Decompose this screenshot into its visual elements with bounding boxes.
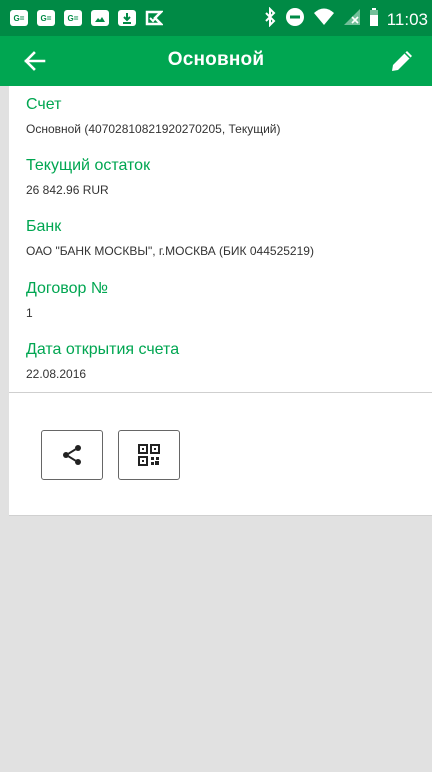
field-label: Банк	[26, 218, 62, 235]
notification-icons: G= G= G=	[10, 8, 165, 28]
field-label: Текущий остаток	[26, 157, 151, 174]
card-bottom-border	[9, 515, 432, 516]
field-bank: Банк ОАО "БАНК МОСКВЫ", г.МОСКВА (БИК 04…	[26, 217, 314, 259]
do-not-disturb-icon	[285, 7, 305, 32]
app-bar: Основной	[0, 36, 432, 86]
clock: 11:03	[386, 9, 428, 29]
field-open-date: Дата открытия счета 22.08.2016	[26, 340, 179, 382]
image-icon	[91, 10, 109, 26]
share-icon	[63, 445, 81, 465]
account-details-card: Счет Основной (40702810821920270205, Тек…	[9, 86, 432, 516]
check-icon	[145, 9, 165, 27]
field-value: 1	[26, 306, 33, 320]
field-balance: Текущий остаток 26 842.96 RUR	[26, 156, 150, 198]
gmail-icon: G=	[37, 10, 55, 26]
pencil-icon	[392, 51, 412, 71]
share-button[interactable]	[41, 430, 103, 480]
field-label: Счет	[26, 96, 62, 113]
field-contract: Договор № 1	[26, 279, 108, 321]
bluetooth-icon	[263, 6, 277, 32]
field-label: Договор №	[26, 280, 109, 297]
field-account: Счет Основной (40702810821920270205, Тек…	[26, 95, 280, 137]
field-value: Основной (40702810821920270205, Текущий)	[26, 122, 281, 136]
field-value: 26 842.96 RUR	[26, 183, 109, 197]
download-icon	[118, 10, 136, 26]
battery-icon	[369, 7, 379, 32]
wifi-icon	[313, 7, 335, 32]
qr-code-icon	[138, 444, 160, 466]
page-title: Основной	[167, 49, 265, 70]
field-value: 22.08.2016	[26, 367, 87, 381]
divider	[9, 392, 432, 393]
field-label: Дата открытия счета	[26, 341, 180, 358]
field-value: ОАО "БАНК МОСКВЫ", г.МОСКВА (БИК 0445252…	[26, 244, 314, 258]
system-icons: 11:03	[263, 6, 428, 32]
edit-button[interactable]	[388, 47, 416, 75]
gmail-icon: G=	[10, 10, 28, 26]
gmail-icon: G=	[64, 10, 82, 26]
qr-code-button[interactable]	[118, 430, 180, 480]
no-signal-icon	[343, 7, 361, 32]
status-bar: G= G= G= 11:03	[0, 0, 432, 36]
